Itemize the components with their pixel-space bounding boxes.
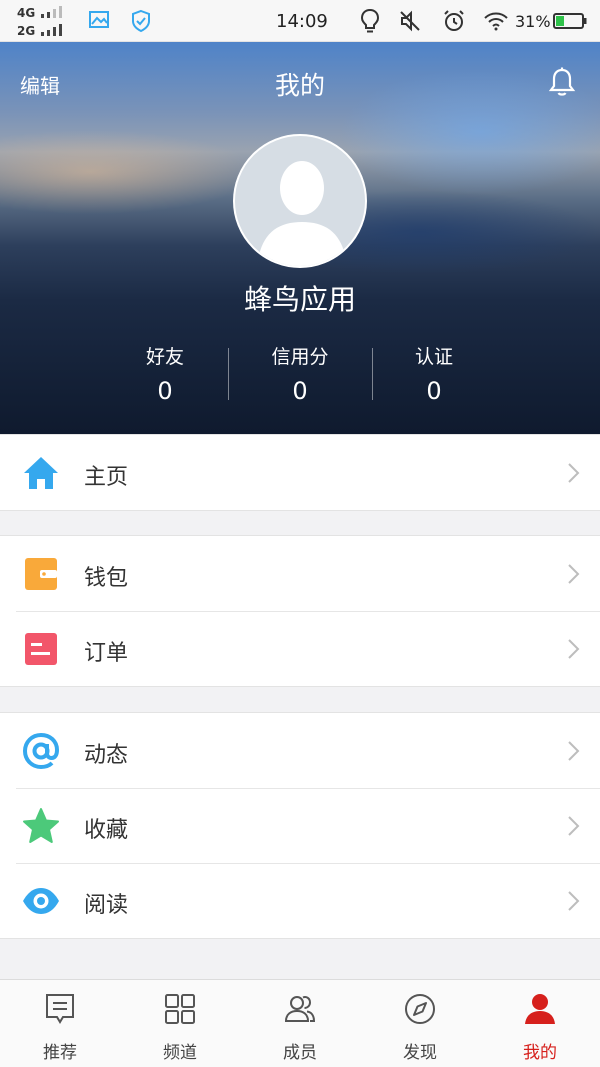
channels-icon [165,994,195,1024]
bell-icon[interactable] [547,66,577,98]
mute-icon [400,10,420,32]
star-icon [23,808,59,843]
battery-icon [553,13,587,29]
chevron-right-icon [568,564,580,584]
stat-label: 认证 [414,346,453,368]
bulb-icon [360,8,380,33]
chevron-right-icon [568,463,580,483]
menu-label: 主页 [84,465,129,490]
menu-group-content: 动态 收藏 阅读 [0,712,600,939]
tab-channels[interactable]: 频道 [120,980,240,1067]
menu-label: 钱包 [84,566,129,591]
stat-verification[interactable]: 认证 0 [354,342,514,405]
tab-label: 成员 [283,1043,317,1063]
stat-value: 0 [426,377,442,405]
chevron-right-icon [568,741,580,761]
members-icon [284,996,316,1022]
menu-label: 阅读 [84,893,129,918]
shield-notification-icon [132,9,150,33]
tab-members[interactable]: 成员 [240,980,360,1067]
recommend-icon [46,994,74,1024]
at-icon [22,732,60,770]
menu-item-home[interactable]: 主页 [0,435,600,510]
tab-label: 我的 [523,1043,557,1063]
alarm-icon [444,10,464,31]
order-icon [25,633,57,665]
menu-group-home: 主页 [0,434,600,511]
menu-item-favorites[interactable]: 收藏 [0,788,600,863]
profile-icon [525,994,555,1024]
tab-label: 推荐 [43,1043,77,1063]
tab-label: 频道 [163,1043,197,1063]
chevron-right-icon [568,639,580,659]
menu-item-orders[interactable]: 订单 [0,611,600,686]
tab-recommend[interactable]: 推荐 [0,980,120,1067]
eye-icon [23,888,59,914]
default-avatar-icon [257,161,347,266]
avatar[interactable] [233,134,367,268]
tab-label: 发现 [403,1043,437,1063]
chevron-right-icon [568,891,580,911]
menu-item-reading[interactable]: 阅读 [0,863,600,938]
signal-icon-1 [41,6,67,18]
network-type-2: 2G [17,24,36,38]
bottom-tab-bar: 推荐 频道 成员 发现 我的 [0,979,600,1067]
network-type-1: 4G [17,6,36,20]
signal-icon-2 [41,24,67,36]
menu-label: 收藏 [84,818,129,843]
username: 蜂鸟应用 [243,283,356,316]
wallet-icon [25,558,57,590]
home-icon [24,457,58,489]
menu-label: 订单 [84,641,129,666]
menu-item-wallet[interactable]: 钱包 [0,536,600,611]
tab-discover[interactable]: 发现 [360,980,480,1067]
image-notification-icon [89,11,109,28]
chevron-right-icon [568,816,580,836]
status-time: 14:09 [276,11,328,32]
discover-icon [405,994,435,1024]
page-title: 我的 [274,71,325,100]
menu-group-finance: 钱包 订单 [0,535,600,687]
battery-percent: 31% [515,12,551,31]
status-bar: 4G 2G 14:09 31% [0,0,600,42]
menu-label: 动态 [84,743,129,768]
wifi-icon [484,12,508,31]
tab-profile[interactable]: 我的 [480,980,600,1067]
profile-header: 编辑 我的 蜂鸟应用 好友 0 信用分 0 认证 0 [0,42,600,434]
menu-item-dynamics[interactable]: 动态 [0,713,600,788]
